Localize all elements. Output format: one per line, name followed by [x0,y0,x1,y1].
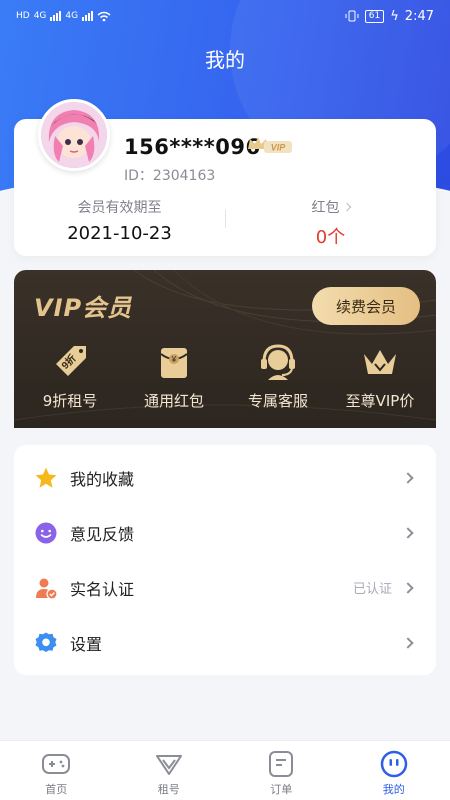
perk-label: 通用红包 [143,392,204,410]
star-icon [34,466,58,490]
perk-red-packet[interactable]: ¥ 通用红包 [124,342,224,411]
chevron-right-icon [402,636,414,649]
tab-label: 首页 [45,783,68,796]
membership-label: 会员有效期至 [77,200,162,216]
perk-service[interactable]: 专属客服 [228,342,328,411]
clock: 2:47 [404,8,434,24]
vip-crown-badge-icon: VIP [248,137,292,153]
network-4g-1: 4G [33,11,47,21]
red-packet-icon: ¥ [160,348,188,378]
menu-label: 设置 [70,634,103,654]
profile-card: 156****096 VIP ID：2304163 会员有效期至 2021-10… [14,99,436,256]
perk-discount[interactable]: 9折 9折租号 [20,342,120,411]
menu-item-favorites[interactable]: 我的收藏 [14,450,436,505]
perk-label: 9折租号 [42,392,98,410]
tab-label: 租号 [157,783,180,796]
chevron-right-icon [342,202,351,212]
verified-user-icon [34,576,58,600]
vip-badge-text: VIP [271,143,287,153]
order-icon [269,751,294,777]
smiley-icon [34,521,58,545]
user-id: ID：2304163 [124,168,216,184]
red-packet-count: 0个 [315,227,346,248]
menu-item-settings[interactable]: 设置 [14,615,436,670]
chevron-right-icon [402,581,414,594]
vip-title: VIP会员 [34,294,133,322]
discount-tag-icon: 9折 [56,346,86,376]
menu-card: 我的收藏 意见反馈 实名认证 已认证 设置 [14,445,436,675]
avatar[interactable] [38,99,110,171]
perk-label: 至尊VIP价 [345,392,415,410]
tab-label: 订单 [270,783,293,796]
tab-home[interactable]: 首页 [0,741,113,800]
chevron-right-icon [402,526,414,539]
menu-item-verification[interactable]: 实名认证 已认证 [14,560,436,615]
membership-expiry: 会员有效期至 2021-10-23 [14,197,225,244]
signal-icon-2 [82,11,94,21]
menu-label: 我的收藏 [70,469,135,489]
tab-orders[interactable]: 订单 [225,741,338,800]
user-phone: 156****096 [124,135,261,159]
tab-bar: 首页 租号 订单 我的 [0,740,450,800]
crown-icon [364,350,396,374]
red-packet-stat[interactable]: 红包 0个 [225,197,436,249]
yuan-sign-text: ¥ [171,355,177,364]
chevron-right-icon [402,471,414,484]
status-bar: HD 4G 4G 61 ϟ 2:47 [0,0,450,32]
tab-mine[interactable]: 我的 [338,741,450,800]
gear-icon [34,631,58,655]
battery-level: 61 [364,9,385,23]
hd-indicator: HD [16,11,30,21]
charging-icon: ϟ [390,8,399,24]
tab-label: 我的 [382,783,405,796]
membership-date: 2021-10-23 [67,223,172,244]
menu-label: 实名认证 [70,579,135,599]
verified-status: 已认证 [352,582,392,597]
page-title: 我的 [205,48,245,72]
wifi-icon [97,11,111,21]
vip-card: VIP会员 续费会员 9折 9折租号 ¥ 通用红包 专属客服 至尊VIP价 [14,270,436,428]
renew-membership-button[interactable]: 续费会员 [312,287,420,325]
menu-item-feedback[interactable]: 意见反馈 [14,505,436,560]
profile-face-icon [380,750,407,778]
tab-rent[interactable]: 租号 [113,741,226,800]
chevron-heart-icon [155,755,182,775]
perk-vip-price[interactable]: 至尊VIP价 [330,342,430,411]
menu-label: 意见反馈 [70,524,135,544]
gamepad-icon [42,754,71,774]
perk-label: 专属客服 [247,392,308,410]
network-4g-2: 4G [65,11,79,21]
red-packet-label: 红包 [311,200,340,216]
headset-icon [261,344,295,380]
signal-icon [50,11,62,21]
vibrate-icon [345,10,359,22]
